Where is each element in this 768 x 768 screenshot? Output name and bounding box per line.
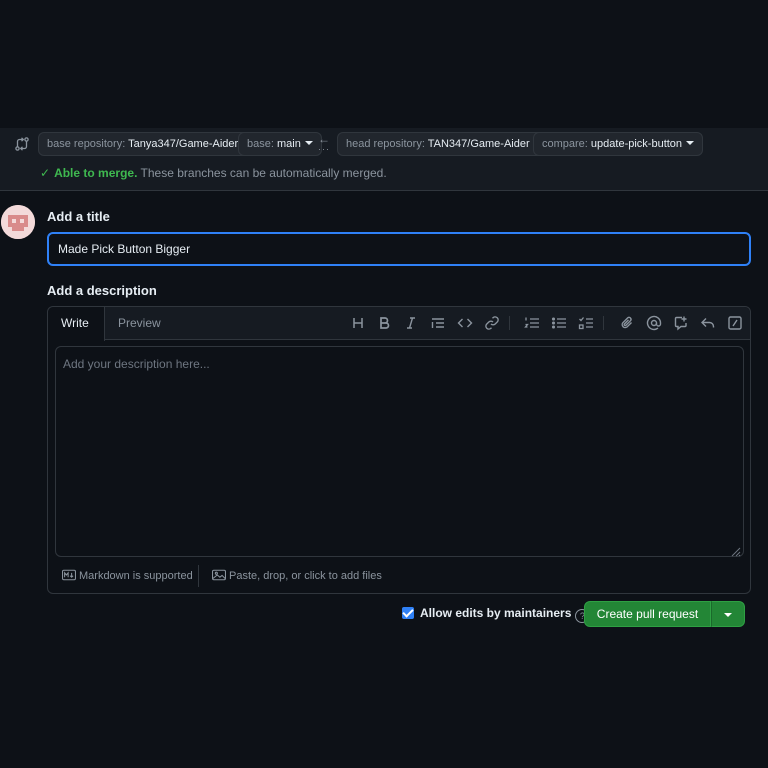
toolbar-divider — [509, 316, 510, 330]
allow-edits-label: Allow edits by maintainers — [420, 606, 572, 620]
arrow-left-icon: ← ··· — [318, 132, 330, 154]
create-pull-request-button[interactable]: Create pull request — [584, 601, 711, 627]
base-branch-value: main — [276, 138, 301, 150]
create-pull-request-dropdown[interactable] — [711, 601, 745, 627]
base-repository-select[interactable]: base repository: Tanya347/Game-Aider — [38, 132, 260, 156]
mention-icon[interactable] — [646, 315, 662, 331]
link-icon[interactable] — [484, 315, 500, 331]
description-textarea[interactable] — [55, 346, 744, 557]
merge-status: ✓ Able to merge. These branches can be au… — [40, 166, 387, 180]
check-icon: ✓ — [40, 166, 51, 180]
title-input[interactable] — [47, 232, 751, 266]
resize-handle-icon[interactable] — [731, 546, 741, 557]
markdown-hint[interactable]: Markdown is supported — [62, 569, 193, 582]
title-label: Add a title — [47, 209, 110, 224]
slash-commands-icon[interactable] — [727, 315, 743, 331]
base-repository-value: Tanya347/Game-Aider — [128, 138, 239, 150]
tab-write[interactable]: Write — [48, 307, 105, 341]
git-compare-icon — [14, 136, 30, 152]
paperclip-icon[interactable] — [619, 315, 635, 331]
head-repository-prefix: head repository: — [346, 138, 425, 150]
editor-tabs: Write Preview — [48, 307, 750, 341]
bold-icon[interactable] — [376, 315, 392, 331]
caret-down-icon — [724, 613, 732, 617]
markdown-hint-text: Markdown is supported — [79, 570, 193, 582]
allow-edits-checkbox[interactable] — [402, 607, 414, 619]
compare-bar: base repository: Tanya347/Game-Aider bas… — [0, 128, 768, 191]
head-repository-value: TAN347/Game-Aider — [427, 138, 530, 150]
code-icon[interactable] — [457, 315, 473, 331]
markdown-icon — [62, 569, 77, 581]
merge-detail-text: These branches can be automatically merg… — [140, 166, 387, 180]
image-icon — [212, 569, 227, 581]
toolbar-divider — [603, 316, 604, 330]
base-branch-select[interactable]: base: main — [238, 132, 322, 156]
cross-reference-icon[interactable] — [673, 315, 689, 331]
tab-preview[interactable]: Preview — [105, 307, 174, 340]
reply-icon[interactable] — [700, 315, 716, 331]
compare-branch-prefix: compare: — [542, 138, 588, 150]
attach-files-text: Paste, drop, or click to add files — [229, 570, 382, 582]
caret-down-icon — [686, 141, 695, 145]
head-repository-select[interactable]: head repository: TAN347/Game-Aider — [337, 132, 551, 156]
footer-divider — [198, 565, 199, 587]
compare-branch-select[interactable]: compare: update-pick-button — [533, 132, 704, 156]
attach-files-hint[interactable]: Paste, drop, or click to add files — [212, 569, 382, 582]
description-label: Add a description — [47, 283, 157, 298]
task-list-icon[interactable] — [578, 315, 594, 331]
base-branch-prefix: base: — [247, 138, 274, 150]
merge-ok-text: Able to merge. — [54, 166, 138, 180]
avatar[interactable] — [1, 205, 35, 239]
ordered-list-icon[interactable] — [524, 315, 540, 331]
caret-down-icon — [304, 141, 313, 145]
allow-edits-option: Allow edits by maintainers? — [402, 606, 590, 623]
base-repository-prefix: base repository: — [47, 138, 126, 150]
compare-branch-value: update-pick-button — [590, 138, 683, 150]
italic-icon[interactable] — [403, 315, 419, 331]
heading-icon[interactable] — [350, 315, 366, 331]
quote-icon[interactable] — [430, 315, 446, 331]
unordered-list-icon[interactable] — [551, 315, 567, 331]
description-editor: Write Preview Add your description here.… — [47, 306, 751, 594]
